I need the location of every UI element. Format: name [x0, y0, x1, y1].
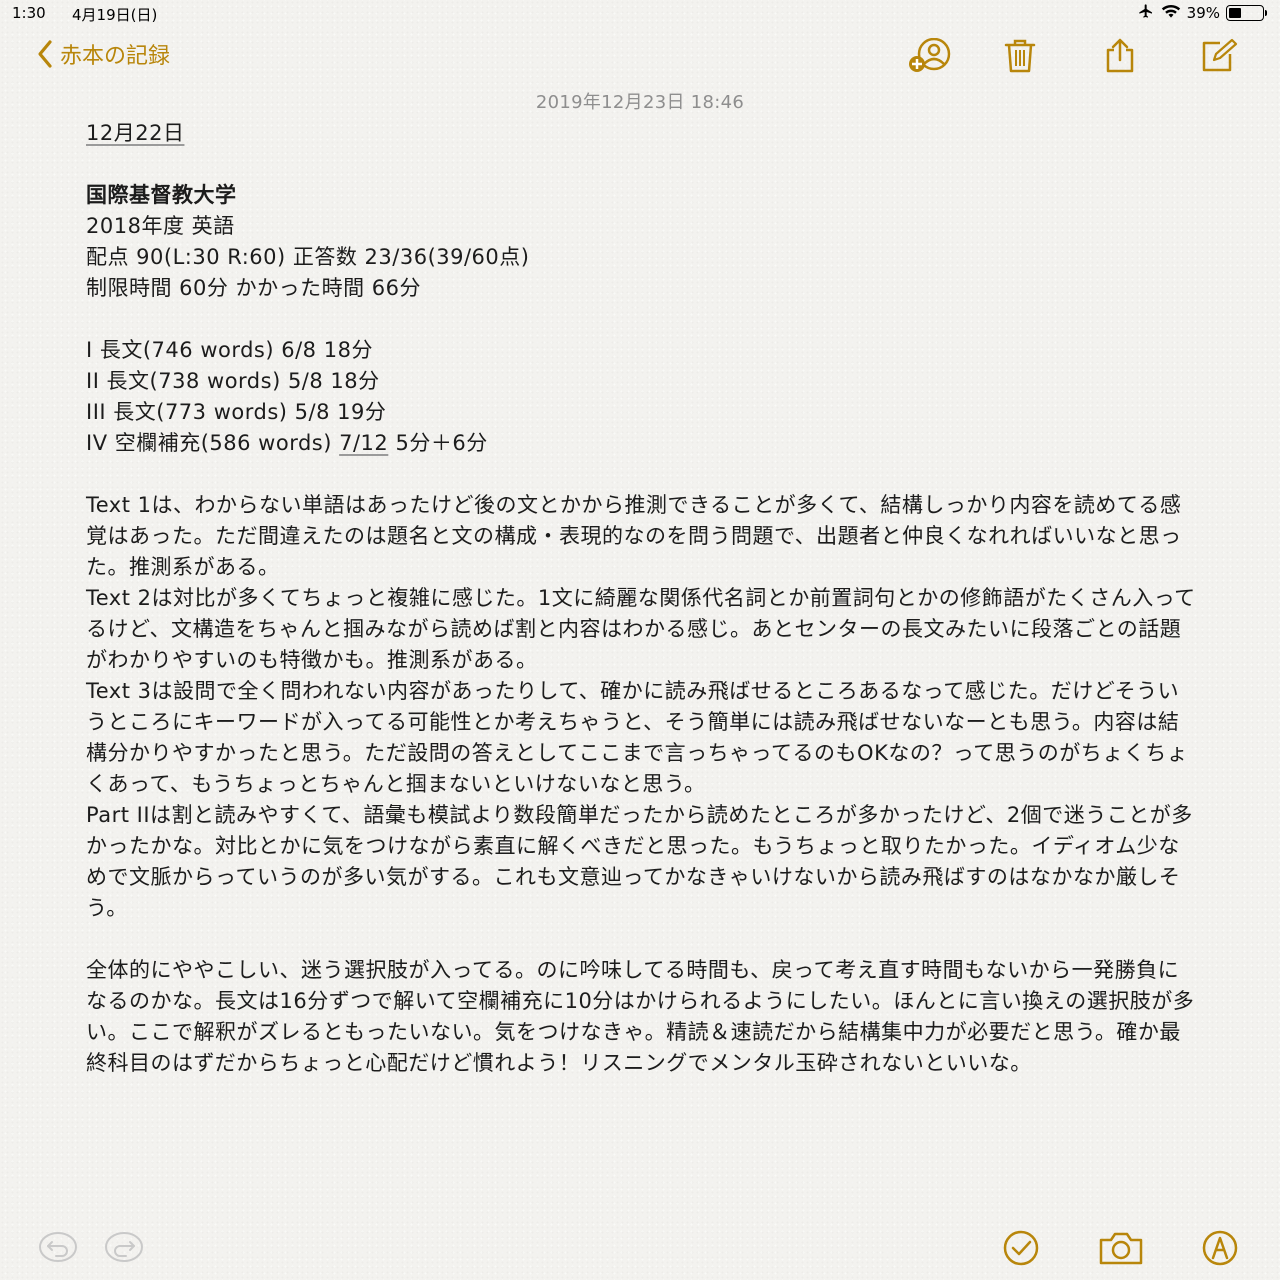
- battery-percent: 39%: [1186, 4, 1220, 22]
- status-indicators: 39%: [1137, 3, 1267, 23]
- section4-prefix: IV 空欄補充(586 words): [86, 431, 340, 455]
- time-line: 制限時間 60分 かかった時間 66分: [86, 276, 421, 300]
- status-bar: 1:30 4月19日(日) 39%: [0, 0, 1280, 26]
- redo-button[interactable]: [104, 1230, 144, 1268]
- paragraph-summary: 全体的にややこしい、迷う選択肢が入ってる。のに吟味してる時間も、戻って考え直す時…: [86, 958, 1195, 1075]
- school-name: 国際基督教大学: [86, 183, 237, 207]
- share-icon: [1102, 38, 1138, 78]
- paragraph-text3: Text 3は設問で全く問われない内容があったりして、確かに読み飛ばせるところあ…: [86, 679, 1189, 796]
- battery-icon: [1226, 5, 1267, 21]
- nav-bar: 赤本の記録: [0, 30, 1280, 86]
- wifi-icon: [1161, 3, 1181, 23]
- section-line: II 長文(738 words) 5/8 18分: [86, 369, 380, 393]
- note-body[interactable]: 12月22日 国際基督教大学 2018年度 英語 配点 90(L:30 R:60…: [86, 118, 1196, 1079]
- status-time: 1:30: [12, 4, 46, 22]
- section-line: I 長文(746 words) 6/8 18分: [86, 338, 373, 362]
- status-date: 4月19日(日): [72, 6, 158, 24]
- note-timestamp: 2019年12月23日 18:46: [535, 92, 745, 113]
- note-heading: 12月22日: [86, 121, 185, 145]
- back-button[interactable]: 赤本の記録: [36, 38, 170, 70]
- score-line: 配点 90(L:30 R:60) 正答数 23/36(39/60点): [86, 245, 530, 269]
- markup-button[interactable]: [1200, 1230, 1240, 1270]
- paragraph-text1: Text 1は、わからない単語はあったけど後の文とかから推測できることが多くて、…: [86, 493, 1182, 579]
- share-button[interactable]: [1102, 38, 1138, 78]
- back-label: 赤本の記録: [60, 44, 171, 69]
- airplane-icon: [1137, 3, 1155, 23]
- checklist-button[interactable]: [1002, 1230, 1040, 1270]
- section4-score: 7/12: [339, 431, 389, 455]
- trash-icon: [1002, 39, 1038, 78]
- paragraph-part2: Part IIは割と読みやすくて、語彙も模試より数段簡単だったから読めたところが…: [86, 803, 1193, 920]
- markup-icon: [1200, 1230, 1240, 1270]
- section-line: IV 空欄補充(586 words) 7/12 5分＋6分: [86, 428, 1196, 459]
- redo-icon: [104, 1232, 144, 1268]
- camera-icon: [1098, 1232, 1144, 1270]
- section4-suffix: 5分＋6分: [388, 431, 488, 455]
- paragraph-text2: Text 2は対比が多くてちょっと複雑に感じた。1文に綺麗な関係代名詞とか前置詞…: [86, 586, 1196, 672]
- checklist-icon: [1002, 1230, 1040, 1270]
- trash-button[interactable]: [1002, 38, 1038, 78]
- camera-button[interactable]: [1098, 1230, 1144, 1270]
- undo-button[interactable]: [38, 1230, 78, 1268]
- add-person-button[interactable]: [906, 37, 958, 78]
- section-line: III 長文(773 words) 5/8 19分: [86, 400, 387, 424]
- chevron-left-icon: [36, 39, 54, 69]
- compose-icon: [1200, 38, 1238, 78]
- undo-icon: [38, 1232, 78, 1268]
- add-person-icon: [906, 37, 958, 78]
- year-subject: 2018年度 英語: [86, 214, 235, 238]
- battery-level: [1229, 8, 1242, 18]
- compose-button[interactable]: [1200, 38, 1238, 78]
